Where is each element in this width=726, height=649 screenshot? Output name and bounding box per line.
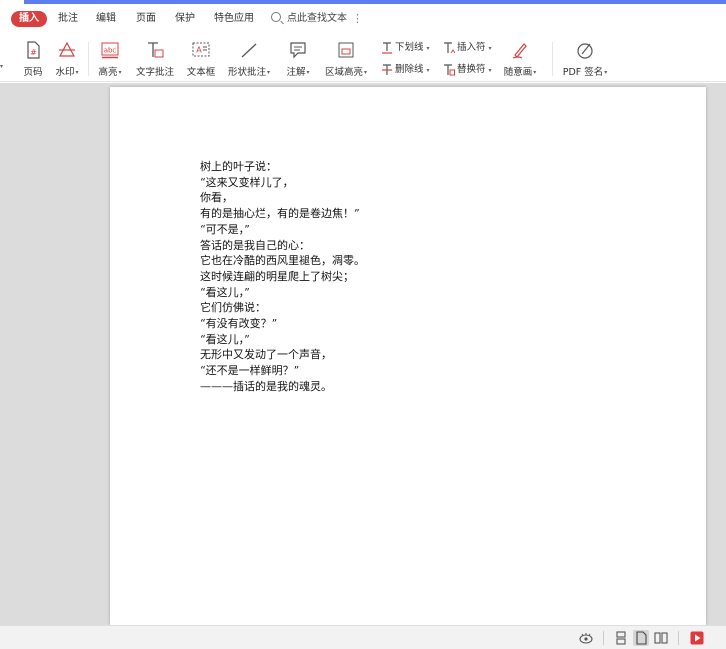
page-number-icon: #	[27, 41, 40, 59]
annotation-button[interactable]: 注解▾	[282, 38, 314, 80]
text-line: 你看，	[200, 191, 233, 205]
pen-icon	[512, 43, 527, 59]
text-line: “可不是，”	[200, 222, 250, 236]
shape-comment-label: 形状批注▾	[227, 67, 271, 78]
text-line: 它也在冷酷的西风里褪色，凋零。	[200, 254, 365, 268]
page-number-label: 页码	[23, 67, 43, 78]
svg-text:A: A	[196, 46, 202, 55]
search-label: 点此查找文本	[287, 13, 347, 24]
text-line: “有没有改变？”	[200, 317, 278, 331]
text-comment-icon	[148, 42, 164, 58]
text-line: 它们仿佛说：	[200, 301, 266, 315]
replace-symbol-icon	[444, 63, 455, 75]
text-box-icon: A	[192, 42, 210, 57]
text-line: 这时候连翩的明星爬上了树尖；	[200, 269, 354, 283]
eye-icon[interactable]	[578, 630, 594, 646]
text-comment-label: 文字批注	[135, 67, 174, 78]
two-page-icon[interactable]	[653, 630, 669, 646]
watermark-button[interactable]: 水印▾	[51, 38, 83, 80]
area-highlight-label: 区域高亮▾	[324, 67, 368, 78]
poem-text: 树上的叶子说： “这来又变样儿了， 你看， 有的是抽心烂，有的是卷边焦！” “可…	[200, 159, 365, 395]
text-comment-button[interactable]: 文字批注	[134, 38, 176, 80]
area-highlight-icon	[338, 42, 354, 58]
menu-comment[interactable]: 批注	[58, 11, 78, 27]
continuous-view-icon[interactable]	[613, 630, 629, 646]
annotation-label: 注解▾	[286, 67, 310, 78]
document-page[interactable]: 树上的叶子说： “这来又变样儿了， 你看， 有的是抽心烂，有的是卷边焦！” “可…	[110, 87, 706, 625]
single-page-icon[interactable]	[633, 630, 649, 646]
freehand-label: 随意画▾	[503, 67, 537, 78]
text-line: 树上的叶子说：	[200, 160, 277, 173]
pdf-sign-label: PDF 签名▾	[562, 67, 608, 78]
shape-comment-button[interactable]: 形状批注▾	[225, 38, 273, 80]
watermark-label: 水印▾	[55, 67, 79, 78]
menu-insert[interactable]: 插入	[11, 11, 47, 27]
underline-label: 下划线	[395, 42, 424, 53]
menu-protect[interactable]: 保护	[175, 11, 195, 27]
menu-edit[interactable]: 编辑	[96, 11, 116, 27]
scroll-left-icon[interactable]: ▾	[0, 63, 3, 70]
text-line: “还不是一样鲜明？”	[200, 364, 300, 378]
menu-features[interactable]: 特色应用	[214, 11, 254, 27]
freehand-button[interactable]: 随意画▾	[502, 38, 538, 80]
highlight-button[interactable]: abc 高亮▾	[94, 38, 126, 80]
shape-line-icon	[241, 43, 257, 58]
text-line: ———插话的是我的魂灵。	[200, 379, 332, 393]
area-highlight-button[interactable]: 区域高亮▾	[322, 38, 370, 80]
menu-page[interactable]: 页面	[136, 11, 156, 27]
underline-button[interactable]: 下划线 ▾	[381, 40, 430, 56]
text-line: 答话的是我自己的心：	[200, 238, 310, 252]
text-line: “看这儿，”	[200, 332, 250, 346]
menu-bar: 插入 批注 编辑 页面 保护 特色应用 点此查找文本 ⋮	[0, 4, 726, 34]
insert-symbol-label: 插入符	[457, 42, 486, 53]
search-box[interactable]: 点此查找文本	[271, 11, 347, 27]
text-line: “这来又变样儿了，	[200, 175, 294, 189]
ribbon-toolbar: ▾ # 页码 水印▾ abc 高亮▾ 文字批注 A 文本框 形状批注▾ 注解▾ …	[0, 34, 726, 82]
text-box-label: 文本框	[186, 67, 216, 78]
play-icon[interactable]	[689, 630, 705, 646]
toolbar-divider	[552, 42, 553, 76]
annotation-icon	[290, 42, 306, 59]
text-line: 无形中又发动了一个声音，	[200, 348, 332, 362]
toolbar-divider	[88, 42, 89, 76]
strikethrough-label: 删除线	[395, 64, 424, 75]
search-icon	[271, 12, 281, 22]
replace-symbol-label: 替换符	[457, 64, 486, 75]
insert-symbol-button[interactable]: 插入符 ▾	[443, 40, 492, 56]
highlight-label: 高亮▾	[98, 67, 122, 78]
highlight-icon: abc	[101, 42, 119, 59]
pdf-sign-button[interactable]: PDF 签名▾	[560, 38, 610, 80]
text-line: 有的是抽心烂，有的是卷边焦！”	[200, 207, 360, 221]
status-bar	[0, 625, 726, 649]
svg-text:#: #	[30, 48, 37, 57]
strikethrough-button[interactable]: 删除线 ▾	[381, 62, 430, 78]
insert-symbol-icon	[444, 41, 456, 53]
strikethrough-icon	[382, 63, 392, 75]
text-box-button[interactable]: A 文本框	[184, 38, 218, 80]
svg-text:abc: abc	[104, 47, 117, 55]
status-divider	[678, 631, 679, 645]
text-line: “看这儿，”	[200, 285, 250, 299]
watermark-icon	[58, 41, 76, 57]
replace-symbol-button[interactable]: 替换符 ▾	[443, 62, 492, 78]
signature-icon	[577, 43, 593, 59]
page-number-button[interactable]: # 页码	[18, 38, 48, 80]
more-options-icon[interactable]: ⋮	[352, 12, 363, 26]
status-divider	[603, 631, 604, 645]
underline-icon	[382, 41, 392, 54]
